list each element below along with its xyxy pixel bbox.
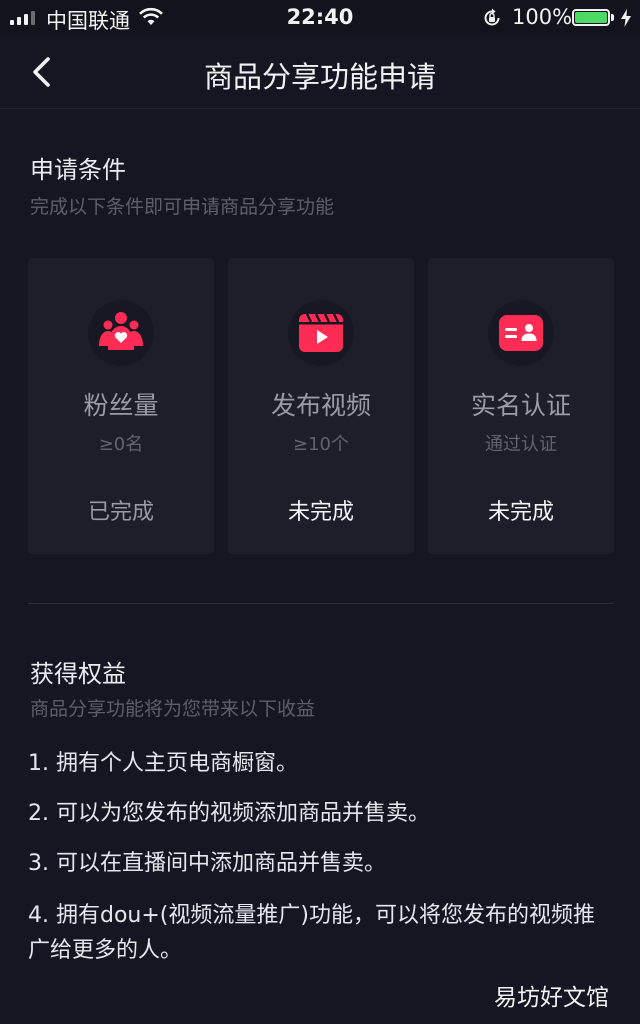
battery-tip <box>611 14 614 21</box>
card-icon-circle <box>88 300 154 366</box>
condition-card-video[interactable]: 发布视频 ≥10个 未完成 <box>228 258 414 554</box>
condition-cards: 粉丝量 ≥0名 已完成 发布视频 ≥10个 未完成 实名认证 通过认证 未完成 <box>28 258 614 554</box>
charging-icon <box>621 9 631 27</box>
battery-percent: 100% <box>512 5 573 29</box>
card-title: 实名认证 <box>470 391 571 420</box>
id-card-icon <box>499 315 543 351</box>
rotation-lock-icon <box>484 8 500 26</box>
battery-icon <box>572 9 610 26</box>
benefits-title: 获得权益 <box>30 660 126 688</box>
video-icon <box>299 313 343 352</box>
section-divider <box>28 603 614 604</box>
card-requirement: 通过认证 <box>485 434 557 455</box>
back-button[interactable] <box>26 54 60 90</box>
condition-card-fans[interactable]: 粉丝量 ≥0名 已完成 <box>28 258 214 554</box>
conditions-title: 申请条件 <box>30 156 126 184</box>
card-requirement: ≥10个 <box>293 434 349 455</box>
card-icon-circle <box>288 300 354 366</box>
card-status: 未完成 <box>487 500 554 525</box>
card-title: 发布视频 <box>270 391 371 420</box>
benefits-subtitle: 商品分享功能将为您带来以下收益 <box>30 698 316 720</box>
card-requirement: ≥0名 <box>98 434 144 455</box>
status-bar: 中国联通 22:40 100% <box>0 0 640 36</box>
benefit-item-3: 3. 可以在直播间中添加商品并售卖。 <box>28 851 386 876</box>
benefit-item-2: 2. 可以为您发布的视频添加商品并售卖。 <box>28 801 430 826</box>
watermark: 易坊好文馆 <box>494 985 609 1011</box>
nav-bar: 商品分享功能申请 <box>0 36 640 109</box>
fans-icon <box>99 312 143 350</box>
condition-card-id[interactable]: 实名认证 通过认证 未完成 <box>428 258 614 554</box>
card-icon-circle <box>488 300 554 366</box>
chevron-left-icon <box>33 57 50 87</box>
card-title: 粉丝量 <box>83 391 159 420</box>
benefit-item-4: 4. 拥有dou+(视频流量推广)功能，可以将您发布的视频推广给更多的人。 <box>28 903 595 963</box>
page-title: 商品分享功能申请 <box>203 60 436 94</box>
card-status: 已完成 <box>87 500 154 525</box>
battery-level-fill <box>575 12 607 23</box>
card-status: 未完成 <box>287 500 354 525</box>
benefit-item-1: 1. 拥有个人主页电商橱窗。 <box>28 751 298 776</box>
conditions-subtitle: 完成以下条件即可申请商品分享功能 <box>30 196 335 218</box>
